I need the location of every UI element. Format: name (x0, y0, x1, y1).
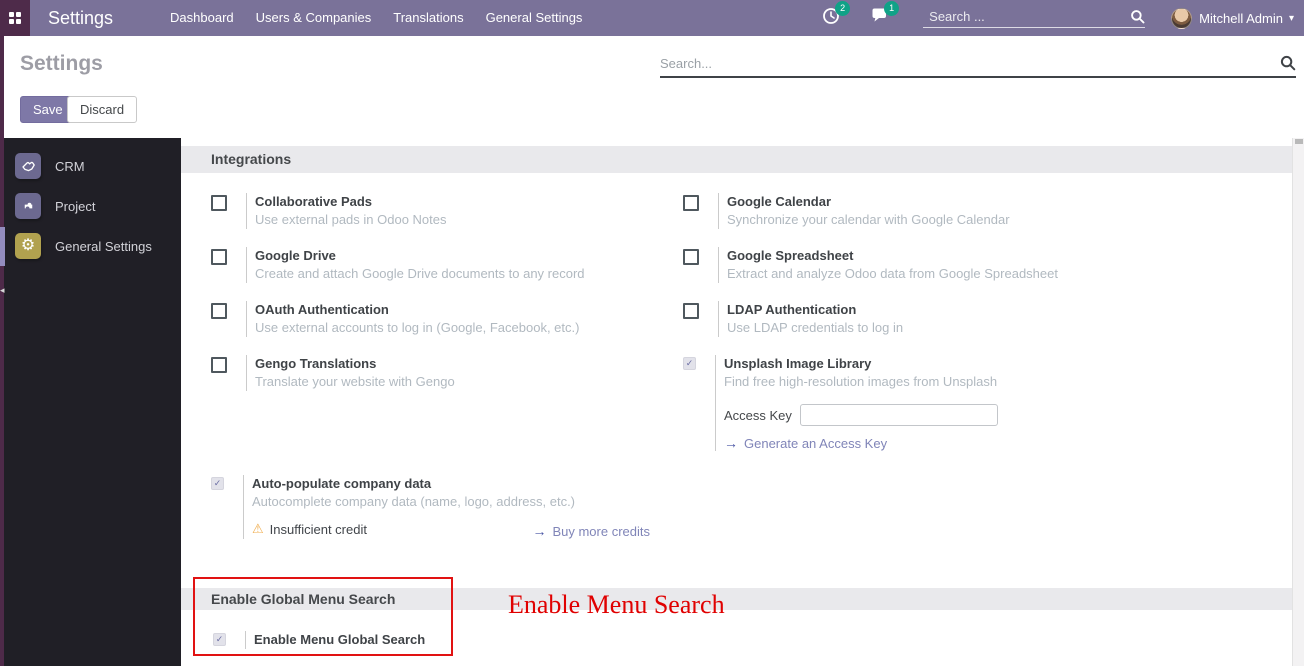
arrow-right-icon: → (532, 523, 546, 539)
gear-icon: ⚙ (15, 233, 41, 259)
settings-search-input[interactable] (660, 56, 1280, 71)
menu-item-general-settings[interactable]: General Settings (475, 0, 594, 36)
menu-item-dashboard[interactable]: Dashboard (159, 0, 245, 36)
settings-sidebar: CRM Project ⚙ General Settings (0, 138, 181, 666)
search-icon[interactable] (1280, 55, 1296, 71)
menu-item-users-companies[interactable]: Users & Companies (245, 0, 383, 36)
sidebar-item-general-settings[interactable]: ⚙ General Settings (0, 226, 181, 266)
messages-badge: 1 (884, 1, 899, 16)
checkbox[interactable]: ✓ (683, 357, 696, 370)
setting-enable-menu-global-search: ✓ Enable Menu Global Search (213, 631, 425, 649)
setting-desc: Find free high-resolution images from Un… (724, 373, 998, 391)
top-navbar: Settings Dashboard Users & Companies Tra… (0, 0, 1304, 36)
setting-title: Auto-populate company data (252, 475, 650, 493)
setting-collaborative-pads: ✓ Collaborative Pads Use external pads i… (211, 193, 447, 229)
checkbox[interactable]: ✓ (683, 249, 699, 265)
setting-desc: Translate your website with Gengo (255, 373, 455, 391)
setting-title: Google Drive (255, 247, 585, 265)
setting-desc: Use external accounts to log in (Google,… (255, 319, 579, 337)
warning-icon: ⚠ (252, 521, 264, 537)
checkbox[interactable]: ✓ (213, 633, 226, 646)
setting-ldap-authentication: ✓ LDAP Authentication Use LDAP credentia… (683, 301, 903, 337)
checkbox[interactable]: ✓ (211, 303, 227, 319)
apps-menu-button[interactable] (0, 0, 30, 36)
sidebar-item-label: General Settings (55, 239, 152, 254)
setting-auto-populate-company-data: ✓ Auto-populate company data Autocomplet… (211, 475, 650, 539)
sidebar-item-crm[interactable]: CRM (0, 146, 181, 186)
page-title: Settings (20, 52, 103, 76)
discard-button[interactable]: Discard (67, 96, 137, 123)
warning-text: Insufficient credit (270, 522, 367, 537)
annotation-text: Enable Menu Search (508, 590, 725, 620)
setting-oauth-authentication: ✓ OAuth Authentication Use external acco… (211, 301, 579, 337)
activity-button[interactable]: 2 (822, 7, 840, 30)
setting-title: Collaborative Pads (255, 193, 447, 211)
arrow-right-icon: → (724, 435, 738, 451)
navbar-right: 2 1 Mitchell Admin ▾ (822, 7, 1304, 30)
setting-title: Enable Menu Global Search (254, 631, 425, 649)
navbar-search (923, 9, 1145, 28)
setting-desc: Create and attach Google Drive documents… (255, 265, 585, 283)
checkmark-icon: ✓ (214, 634, 225, 645)
setting-title: Unsplash Image Library (724, 355, 998, 373)
generate-access-key-link[interactable]: → Generate an Access Key (724, 435, 998, 451)
crm-app-icon (15, 153, 41, 179)
sidebar-item-label: CRM (55, 159, 85, 174)
checkmark-icon: ✓ (684, 358, 695, 369)
app-title[interactable]: Settings (48, 8, 113, 29)
section-header-enable-global-menu-search: Enable Global Menu Search (181, 588, 1292, 610)
vertical-scrollbar[interactable] (1292, 138, 1304, 666)
setting-gengo-translations: ✓ Gengo Translations Translate your webs… (211, 355, 455, 391)
activity-badge: 2 (835, 1, 850, 16)
sidebar-collapse-icon[interactable]: ◂ (0, 283, 5, 297)
sidebar-item-project[interactable]: Project (0, 186, 181, 226)
settings-content: Integrations ✓ Collaborative Pads Use ex… (181, 138, 1304, 666)
active-item-indicator (0, 227, 5, 266)
setting-unsplash-image-library: ✓ Unsplash Image Library Find free high-… (683, 355, 998, 451)
setting-desc: Extract and analyze Odoo data from Googl… (727, 265, 1058, 283)
checkbox[interactable]: ✓ (211, 195, 227, 211)
menu-item-translations[interactable]: Translations (382, 0, 474, 36)
setting-desc: Synchronize your calendar with Google Ca… (727, 211, 1010, 229)
scrollbar-thumb[interactable] (1295, 139, 1303, 144)
checkbox[interactable]: ✓ (683, 195, 699, 211)
messages-button[interactable]: 1 (870, 7, 889, 29)
checkbox[interactable]: ✓ (683, 303, 699, 319)
settings-search (660, 50, 1296, 78)
setting-google-drive: ✓ Google Drive Create and attach Google … (211, 247, 585, 283)
setting-desc: Use LDAP credentials to log in (727, 319, 903, 337)
setting-title: Gengo Translations (255, 355, 455, 373)
setting-title: OAuth Authentication (255, 301, 579, 319)
odoo-settings-page: Settings Dashboard Users & Companies Tra… (0, 0, 1304, 666)
chevron-down-icon[interactable]: ▾ (1289, 13, 1294, 24)
navbar-search-input[interactable] (923, 9, 1113, 24)
setting-title: LDAP Authentication (727, 301, 903, 319)
setting-google-calendar: ✓ Google Calendar Synchronize your calen… (683, 193, 1010, 229)
user-avatar[interactable] (1171, 8, 1192, 29)
setting-title: Google Calendar (727, 193, 1010, 211)
project-app-icon (15, 193, 41, 219)
checkbox[interactable]: ✓ (211, 357, 227, 373)
setting-desc: Use external pads in Odoo Notes (255, 211, 447, 229)
checkbox[interactable]: ✓ (211, 249, 227, 265)
buy-more-credits-link[interactable]: → Buy more credits (532, 523, 650, 539)
window-edge-strip (0, 36, 4, 666)
checkmark-icon: ✓ (212, 478, 223, 489)
apps-grid-icon (9, 12, 21, 24)
setting-desc: Autocomplete company data (name, logo, a… (252, 493, 650, 511)
access-key-label: Access Key (724, 408, 792, 423)
access-key-input[interactable] (800, 404, 998, 426)
setting-title: Google Spreadsheet (727, 247, 1058, 265)
section-header-integrations: Integrations (181, 146, 1292, 173)
sidebar-item-label: Project (55, 199, 95, 214)
nav-menu: Dashboard Users & Companies Translations… (159, 0, 593, 36)
setting-google-spreadsheet: ✓ Google Spreadsheet Extract and analyze… (683, 247, 1058, 283)
checkbox[interactable]: ✓ (211, 477, 224, 490)
user-menu[interactable]: Mitchell Admin (1199, 11, 1283, 26)
search-icon[interactable] (1130, 9, 1145, 24)
